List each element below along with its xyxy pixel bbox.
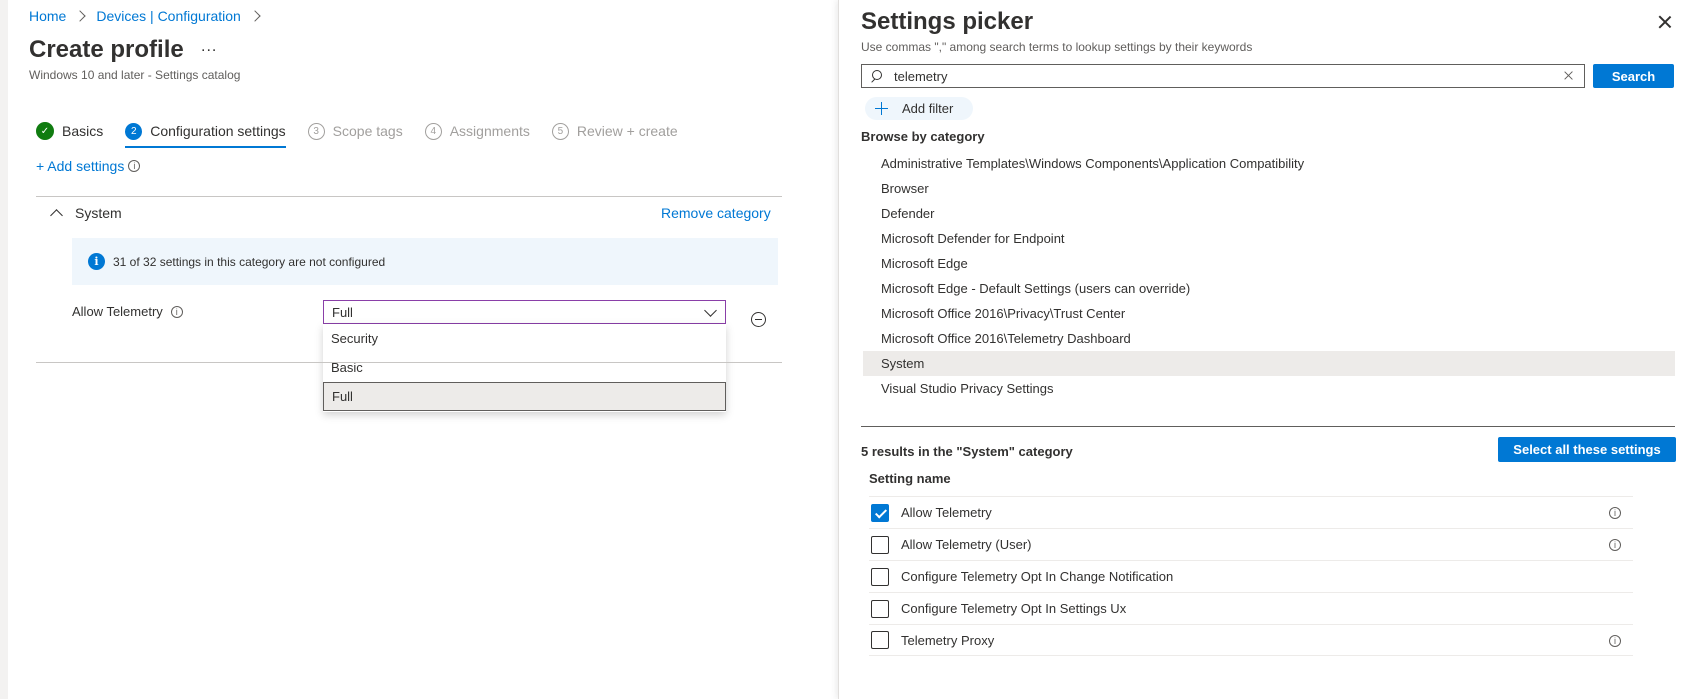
- chevron-up-icon: [50, 208, 63, 222]
- remove-setting-icon[interactable]: [751, 312, 766, 327]
- result-row: Allow Telemetry (User) i: [869, 528, 1633, 560]
- left-gutter: [0, 0, 8, 699]
- search-value: telemetry: [894, 68, 948, 84]
- search-hint: Use commas "," among search terms to loo…: [861, 40, 1253, 54]
- search-button[interactable]: Search: [1593, 64, 1674, 88]
- category-item-selected[interactable]: System: [863, 351, 1675, 376]
- checkmark-icon: ✓: [36, 122, 54, 140]
- tab-configuration-settings[interactable]: 2 Configuration settings: [125, 117, 287, 148]
- checkbox[interactable]: [871, 599, 889, 618]
- close-icon[interactable]: [1657, 14, 1673, 30]
- clear-icon[interactable]: [1563, 70, 1574, 81]
- step-number: 5: [551, 122, 569, 140]
- create-profile-page: Home Devices | Configuration Create prof…: [8, 0, 838, 699]
- setting-label: Allow Telemetry: [72, 304, 163, 319]
- category-toggle[interactable]: System: [48, 205, 122, 222]
- search-icon: [870, 70, 882, 82]
- tab-basics[interactable]: ✓ Basics: [36, 117, 103, 145]
- page-title: Create profile: [29, 36, 184, 63]
- step-label: Assignments: [449, 123, 530, 139]
- add-settings-label: + Add settings: [36, 158, 125, 174]
- result-name: Configure Telemetry Opt In Settings Ux: [901, 601, 1127, 616]
- chevron-down-icon: [704, 304, 717, 317]
- checkbox[interactable]: [871, 567, 889, 586]
- result-name: Telemetry Proxy: [901, 632, 995, 648]
- dropdown-list: Security Basic Full: [323, 324, 726, 412]
- info-filled-icon: i: [88, 253, 105, 270]
- allow-telemetry-dropdown[interactable]: Full: [323, 300, 726, 324]
- checkbox[interactable]: [871, 631, 889, 649]
- page-subtitle: Windows 10 and later - Settings catalog: [29, 68, 241, 82]
- category-item[interactable]: Defender: [863, 201, 1675, 226]
- result-row: Configure Telemetry Opt In Change Notifi…: [869, 560, 1633, 592]
- step-number: 4: [424, 122, 442, 140]
- category-item[interactable]: Microsoft Defender for Endpoint: [863, 226, 1675, 251]
- tab-assignments[interactable]: 4 Assignments: [424, 117, 530, 145]
- step-label: Configuration settings: [150, 123, 286, 139]
- breadcrumb: Home Devices | Configuration: [29, 8, 263, 24]
- category-item[interactable]: Microsoft Office 2016\Privacy\Trust Cent…: [863, 301, 1675, 326]
- info-message-bar: i 31 of 32 settings in this category are…: [72, 238, 778, 285]
- step-label: Review + create: [576, 123, 678, 139]
- result-name: Configure Telemetry Opt In Change Notifi…: [901, 569, 1174, 584]
- panel-title: Settings picker: [861, 8, 1034, 35]
- settings-picker-panel: Settings picker Use commas "," among sea…: [838, 0, 1690, 699]
- checkbox[interactable]: [871, 503, 889, 522]
- step-number: 2: [125, 122, 143, 140]
- category-item[interactable]: Visual Studio Privacy Settings: [863, 376, 1675, 401]
- result-name: Allow Telemetry (User): [901, 537, 1032, 552]
- tab-scope-tags[interactable]: 3 Scope tags: [307, 117, 403, 145]
- setting-row-label: Allow Telemetry i: [72, 304, 183, 319]
- info-message-text: 31 of 32 settings in this category are n…: [113, 254, 386, 269]
- divider: [36, 362, 782, 363]
- result-name: Allow Telemetry: [901, 505, 992, 520]
- divider: [861, 426, 1675, 427]
- info-icon[interactable]: i: [1609, 507, 1621, 519]
- info-icon[interactable]: i: [1609, 539, 1621, 551]
- wizard-steps: ✓ Basics 2 Configuration settings 3 Scop…: [36, 117, 700, 148]
- add-filter-button[interactable]: Add filter: [865, 97, 973, 120]
- remove-category-link[interactable]: Remove category: [661, 205, 771, 221]
- step-number: 3: [307, 122, 325, 140]
- search-input[interactable]: telemetry: [861, 64, 1585, 88]
- category-item[interactable]: Administrative Templates\Windows Compone…: [863, 151, 1675, 176]
- result-row: Allow Telemetry i: [869, 496, 1633, 528]
- results-count: 5 results in the "System" category: [861, 444, 1073, 459]
- category-item[interactable]: Microsoft Office 2016\Telemetry Dashboar…: [863, 326, 1675, 351]
- dropdown-option-full[interactable]: Full: [323, 382, 726, 411]
- plus-icon: [875, 102, 888, 115]
- chevron-right-icon: [74, 10, 87, 22]
- info-icon[interactable]: i: [1609, 635, 1621, 647]
- info-icon[interactable]: i: [170, 305, 183, 318]
- step-label: Basics: [62, 123, 104, 139]
- more-options-button[interactable]: ...: [201, 38, 217, 56]
- browse-by-category-heading: Browse by category: [861, 129, 985, 144]
- select-all-button[interactable]: Select all these settings: [1498, 437, 1676, 462]
- dropdown-value: Full: [332, 304, 353, 320]
- breadcrumb-devices-configuration[interactable]: Devices | Configuration: [96, 8, 240, 24]
- category-name: System: [75, 205, 122, 221]
- result-row: Telemetry Proxy i: [869, 624, 1633, 656]
- result-row: Configure Telemetry Opt In Settings Ux: [869, 592, 1633, 624]
- divider: [36, 196, 782, 197]
- info-icon[interactable]: i: [128, 160, 141, 172]
- category-item[interactable]: Microsoft Edge: [863, 251, 1675, 276]
- category-list: Administrative Templates\Windows Compone…: [863, 151, 1675, 401]
- add-filter-label: Add filter: [902, 101, 954, 116]
- add-settings-link[interactable]: + Add settings i: [36, 158, 141, 174]
- column-header-setting-name: Setting name: [869, 471, 951, 486]
- checkbox[interactable]: [871, 535, 889, 554]
- results-list: Allow Telemetry i Allow Telemetry (User)…: [869, 496, 1633, 656]
- tab-review-create[interactable]: 5 Review + create: [551, 117, 678, 145]
- dropdown-option-basic[interactable]: Basic: [323, 353, 726, 382]
- category-item[interactable]: Browser: [863, 176, 1675, 201]
- breadcrumb-home[interactable]: Home: [29, 8, 66, 24]
- chevron-right-icon: [249, 10, 261, 22]
- category-item[interactable]: Microsoft Edge - Default Settings (users…: [863, 276, 1675, 301]
- dropdown-option-security[interactable]: Security: [323, 324, 726, 353]
- step-label: Scope tags: [332, 123, 403, 139]
